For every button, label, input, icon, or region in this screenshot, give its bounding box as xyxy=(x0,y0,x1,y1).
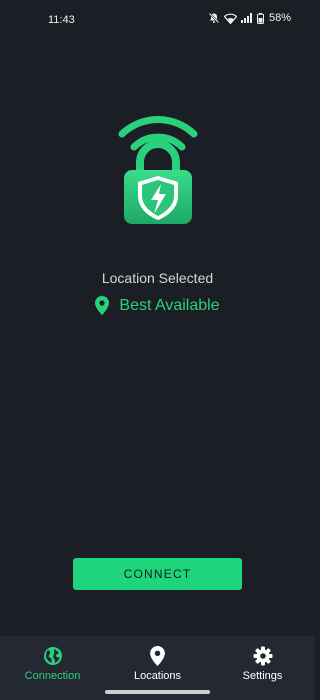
nav-label-settings: Settings xyxy=(242,670,283,682)
globe-icon xyxy=(43,646,63,666)
nav-label-connection: Connection xyxy=(24,670,81,682)
status-bar: 11:43 58% xyxy=(0,0,315,40)
location-selected-label: Location Selected xyxy=(101,270,214,286)
mute-icon xyxy=(208,12,220,24)
signal-icon xyxy=(240,13,253,23)
nav-label-locations: Locations xyxy=(133,670,182,682)
location-pin-icon xyxy=(95,296,110,315)
gear-icon xyxy=(253,646,273,666)
location-value: Best Available xyxy=(119,296,220,314)
home-indicator[interactable] xyxy=(105,690,210,694)
nav-item-connection[interactable]: Connection xyxy=(0,636,105,700)
location-pin-icon xyxy=(150,646,165,666)
vpn-lock-logo-icon xyxy=(118,112,198,224)
battery-icon xyxy=(256,12,264,24)
nav-item-settings[interactable]: Settings xyxy=(210,636,315,700)
status-time: 11:43 xyxy=(48,14,75,26)
connect-button[interactable]: CONNECT xyxy=(73,558,242,590)
status-icons: 58% xyxy=(208,12,291,24)
selected-location: Best Available xyxy=(0,296,315,315)
wifi-icon xyxy=(223,13,237,24)
battery-percent: 58% xyxy=(268,12,291,24)
